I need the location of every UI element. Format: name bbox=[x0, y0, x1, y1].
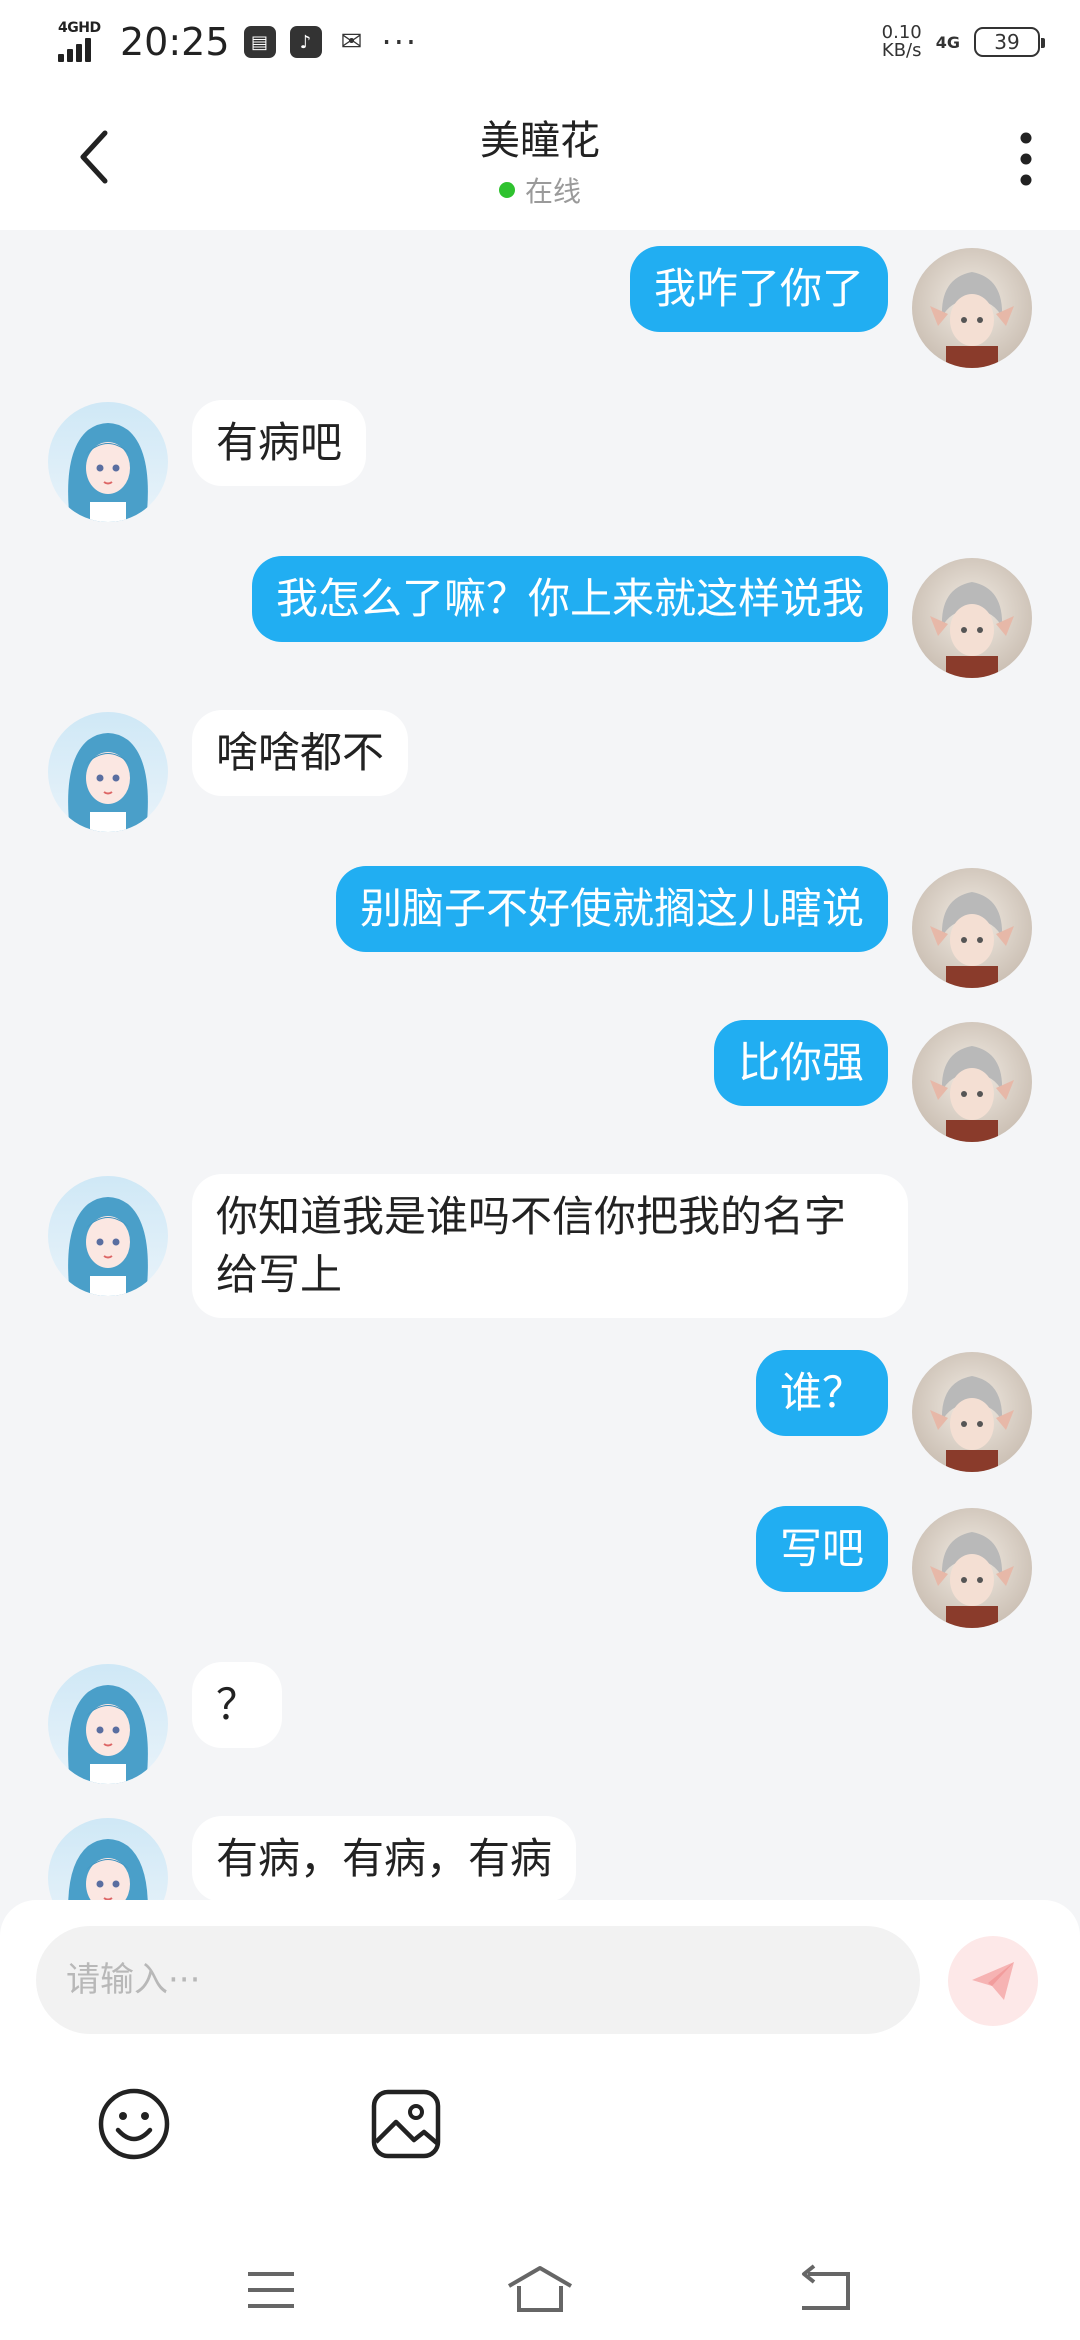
battery-icon: 39 bbox=[974, 27, 1045, 57]
online-dot-icon bbox=[498, 182, 515, 198]
menu-icon bbox=[248, 2272, 294, 2308]
system-nav-bar bbox=[0, 2240, 1080, 2340]
input-panel bbox=[0, 1900, 1080, 2340]
message-row: 别脑子不好使就搁这儿瞎说 bbox=[0, 866, 1080, 990]
return-icon bbox=[802, 2264, 850, 2310]
chat-header: 美瞳花 在线 bbox=[0, 84, 1080, 230]
speed-unit: KB/s bbox=[881, 40, 922, 61]
contact-avatar[interactable] bbox=[48, 1664, 168, 1784]
clock: 20:25 bbox=[120, 20, 230, 64]
message-input[interactable] bbox=[36, 1926, 920, 2034]
wallet-notification-icon: ▤ bbox=[243, 26, 276, 58]
message-row: 我咋了你了 bbox=[0, 246, 1080, 370]
received-bubble[interactable]: ？ bbox=[192, 1662, 283, 1748]
online-status-label: 在线 bbox=[524, 175, 581, 208]
nav-home-button[interactable] bbox=[505, 2262, 575, 2318]
contact-avatar[interactable] bbox=[48, 1818, 168, 1900]
more-options-button[interactable] bbox=[996, 124, 1056, 194]
signal-icon: 4GHD bbox=[58, 20, 106, 64]
network-4g-icon: 4G bbox=[935, 32, 960, 52]
contact-avatar[interactable] bbox=[48, 1176, 168, 1296]
vertical-dots-icon bbox=[1020, 132, 1032, 186]
sent-bubble[interactable]: 别脑子不好使就搁这儿瞎说 bbox=[335, 866, 888, 952]
self-avatar[interactable] bbox=[912, 248, 1032, 368]
message-row: 谁？ bbox=[0, 1350, 1080, 1474]
message-row: ？ bbox=[0, 1662, 1080, 1786]
received-bubble[interactable]: 啥啥都不 bbox=[192, 710, 409, 796]
status-right: 0.10 KB/s 4G 39 bbox=[882, 18, 1045, 66]
self-avatar[interactable] bbox=[912, 1352, 1032, 1472]
self-avatar[interactable] bbox=[912, 1022, 1032, 1142]
home-icon bbox=[507, 2266, 573, 2312]
image-icon bbox=[371, 2089, 441, 2159]
contact-name: 美瞳花 bbox=[480, 118, 600, 164]
emoji-button[interactable] bbox=[96, 2086, 172, 2162]
status-left: 4GHD 20:25 ▤ ♪ ✉ ··· bbox=[58, 14, 418, 70]
sent-bubble[interactable]: 我怎么了嘛？你上来就这样说我 bbox=[251, 556, 888, 642]
online-status: 在线 bbox=[0, 170, 1080, 210]
message-row: 有病吧 bbox=[0, 400, 1080, 524]
chat-messages[interactable]: 我咋了你了 有病吧 我怎么了嘛？你上来就这样说我 啥啥都不 别脑子不好使就搁这儿… bbox=[0, 230, 1080, 1900]
contact-avatar[interactable] bbox=[48, 402, 168, 522]
image-button[interactable] bbox=[368, 2086, 444, 2162]
message-row: 啥啥都不 bbox=[0, 710, 1080, 834]
contact-avatar[interactable] bbox=[48, 712, 168, 832]
sent-bubble[interactable]: 写吧 bbox=[755, 1506, 888, 1592]
self-avatar[interactable] bbox=[912, 1508, 1032, 1628]
self-avatar[interactable] bbox=[912, 868, 1032, 988]
message-row: 你知道我是谁吗不信你把我的名字给写上 bbox=[0, 1174, 1080, 1324]
network-speed: 0.10 KB/s bbox=[882, 24, 922, 60]
message-row: 写吧 bbox=[0, 1506, 1080, 1630]
message-row: 我怎么了嘛？你上来就这样说我 bbox=[0, 556, 1080, 680]
nav-back-button[interactable] bbox=[790, 2262, 860, 2318]
battery-level: 39 bbox=[994, 30, 1020, 54]
wechat-notification-icon: ✉ bbox=[335, 26, 368, 58]
send-button[interactable] bbox=[948, 1936, 1038, 2026]
title-block: 美瞳花 在线 bbox=[0, 108, 1080, 210]
nav-menu-button[interactable] bbox=[236, 2262, 306, 2318]
message-row: 有病，有病，有病 bbox=[0, 1816, 1080, 1900]
more-notifications-icon: ··· bbox=[381, 23, 419, 61]
received-bubble[interactable]: 你知道我是谁吗不信你把我的名字给写上 bbox=[192, 1174, 908, 1318]
music-notification-icon: ♪ bbox=[289, 26, 322, 58]
self-avatar[interactable] bbox=[912, 558, 1032, 678]
paper-plane-icon bbox=[972, 1962, 1014, 2000]
sent-bubble[interactable]: 我咋了你了 bbox=[629, 246, 888, 332]
sent-bubble[interactable]: 谁？ bbox=[755, 1350, 888, 1436]
sent-bubble[interactable]: 比你强 bbox=[713, 1020, 888, 1106]
network-type: 4GHD bbox=[58, 20, 101, 36]
smiley-icon bbox=[98, 2088, 170, 2160]
received-bubble[interactable]: 有病吧 bbox=[192, 400, 367, 486]
received-bubble[interactable]: 有病，有病，有病 bbox=[192, 1816, 577, 1900]
status-bar: 4GHD 20:25 ▤ ♪ ✉ ··· 0.10 KB/s 4G 39 bbox=[0, 0, 1080, 84]
message-row: 比你强 bbox=[0, 1020, 1080, 1144]
